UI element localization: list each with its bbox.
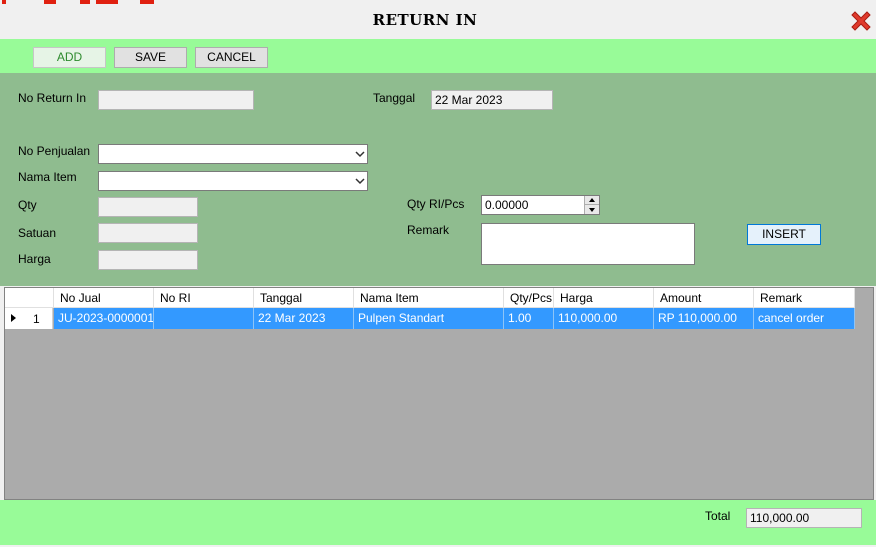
cell-no-ri[interactable] <box>154 308 254 329</box>
qty-field[interactable] <box>98 197 198 217</box>
col-header-remark[interactable]: Remark <box>754 288 855 308</box>
row-number: 1 <box>33 312 40 326</box>
return-items-grid[interactable]: No Jual No RI Tanggal Nama Item Qty/Pcs … <box>4 287 874 500</box>
current-row-icon <box>11 314 16 322</box>
col-header-tanggal[interactable]: Tanggal <box>254 288 354 308</box>
cell-tanggal[interactable]: 22 Mar 2023 <box>254 308 354 329</box>
harga-field[interactable] <box>98 250 198 270</box>
col-header-amount[interactable]: Amount <box>654 288 754 308</box>
insert-button[interactable]: INSERT <box>747 224 821 245</box>
window-title: RETURN IN <box>372 11 478 29</box>
save-button[interactable]: SAVE <box>114 47 187 68</box>
grid-header: No Jual No RI Tanggal Nama Item Qty/Pcs … <box>5 288 855 308</box>
cell-no-jual[interactable]: JU-2023-0000001 <box>54 308 154 329</box>
form-panel: No Return In Tanggal 22 Mar 2023 No Penj… <box>0 73 876 286</box>
col-header-harga[interactable]: Harga <box>554 288 654 308</box>
qty-ri-pcs-stepper[interactable]: 0.00000 <box>481 195 600 215</box>
cell-amount[interactable]: RP 110,000.00 <box>654 308 754 329</box>
col-header-no-jual[interactable]: No Jual <box>54 288 154 308</box>
cancel-button[interactable]: CANCEL <box>195 47 268 68</box>
col-header-no-ri[interactable]: No RI <box>154 288 254 308</box>
no-penjualan-label: No Penjualan <box>18 144 91 158</box>
row-header[interactable]: 1 <box>5 308 53 329</box>
qty-ri-pcs-value: 0.00000 <box>485 198 529 212</box>
spin-up-icon[interactable] <box>585 196 599 205</box>
nama-item-label: Nama Item <box>18 170 77 184</box>
cell-harga[interactable]: 110,000.00 <box>554 308 654 329</box>
qty-ri-pcs-label: Qty RI/Pcs <box>407 197 465 211</box>
total-field: 110,000.00 <box>746 508 862 528</box>
cell-remark[interactable]: cancel order <box>754 308 855 329</box>
spin-down-icon[interactable] <box>585 205 599 214</box>
col-header-nama-item[interactable]: Nama Item <box>354 288 504 308</box>
remark-label: Remark <box>407 223 450 237</box>
chevron-down-icon <box>355 178 365 185</box>
toolbar: ADD SAVE CANCEL <box>0 39 876 73</box>
cell-qty-pcs[interactable]: 1.00 <box>504 308 554 329</box>
add-button[interactable]: ADD <box>33 47 106 68</box>
cell-nama-item[interactable]: Pulpen Standart <box>354 308 504 329</box>
qty-label: Qty <box>18 198 37 212</box>
no-penjualan-select[interactable] <box>98 144 368 164</box>
col-header-qty-pcs[interactable]: Qty/Pcs <box>504 288 554 308</box>
chevron-down-icon <box>355 151 365 158</box>
close-x-icon[interactable] <box>848 8 874 34</box>
grid-corner <box>5 288 54 308</box>
title-bar: RETURN IN <box>0 0 876 39</box>
remark-textarea[interactable] <box>481 223 695 265</box>
tanggal-label: Tanggal <box>373 91 416 105</box>
satuan-label: Satuan <box>18 226 57 240</box>
logo-icon <box>0 0 160 4</box>
harga-label: Harga <box>18 252 51 266</box>
no-return-in-label: No Return In <box>18 91 87 105</box>
satuan-field[interactable] <box>98 223 198 243</box>
no-return-in-field[interactable] <box>98 90 254 110</box>
tanggal-field[interactable]: 22 Mar 2023 <box>431 90 553 110</box>
footer-panel: Total 110,000.00 <box>0 500 876 545</box>
total-label: Total <box>705 509 731 523</box>
nama-item-select[interactable] <box>98 171 368 191</box>
